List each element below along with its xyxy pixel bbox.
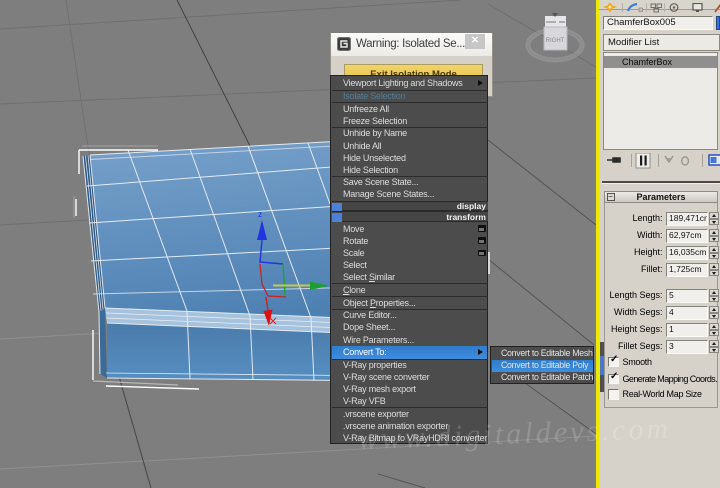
svg-text:RIGHT: RIGHT xyxy=(546,38,565,44)
svg-text:z: z xyxy=(258,210,262,219)
